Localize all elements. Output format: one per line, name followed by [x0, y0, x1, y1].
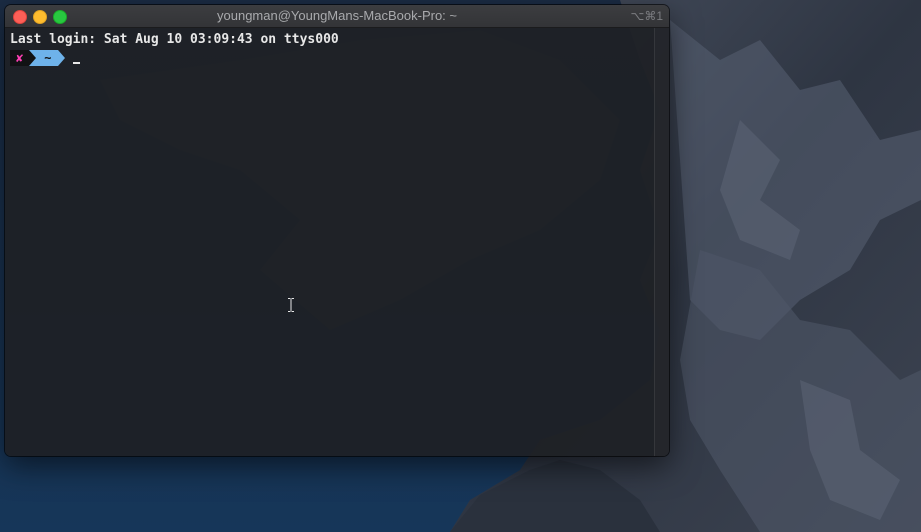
window-title: youngman@YoungMans-MacBook-Pro: ~ — [217, 8, 457, 23]
prompt-directory-segment: ~ — [36, 50, 59, 66]
terminal-content[interactable]: Last login: Sat Aug 10 03:09:43 on ttys0… — [5, 28, 655, 456]
title-bar[interactable]: youngman@YoungMans-MacBook-Pro: ~ ⌥⌘1 — [5, 5, 669, 28]
terminal-window[interactable]: youngman@YoungMans-MacBook-Pro: ~ ⌥⌘1 La… — [5, 5, 669, 456]
text-cursor — [73, 61, 81, 64]
prompt-status-segment: ✘ — [10, 50, 30, 66]
i-beam-cursor-icon — [288, 298, 294, 312]
shell-prompt: ✘ ~ — [10, 50, 650, 66]
last-login-line: Last login: Sat Aug 10 03:09:43 on ttys0… — [10, 32, 339, 47]
prompt-separator-icon — [29, 50, 37, 66]
window-shortcut: ⌥⌘1 — [630, 9, 663, 23]
scrollbar[interactable] — [654, 28, 669, 456]
prompt-separator-icon — [58, 50, 66, 66]
